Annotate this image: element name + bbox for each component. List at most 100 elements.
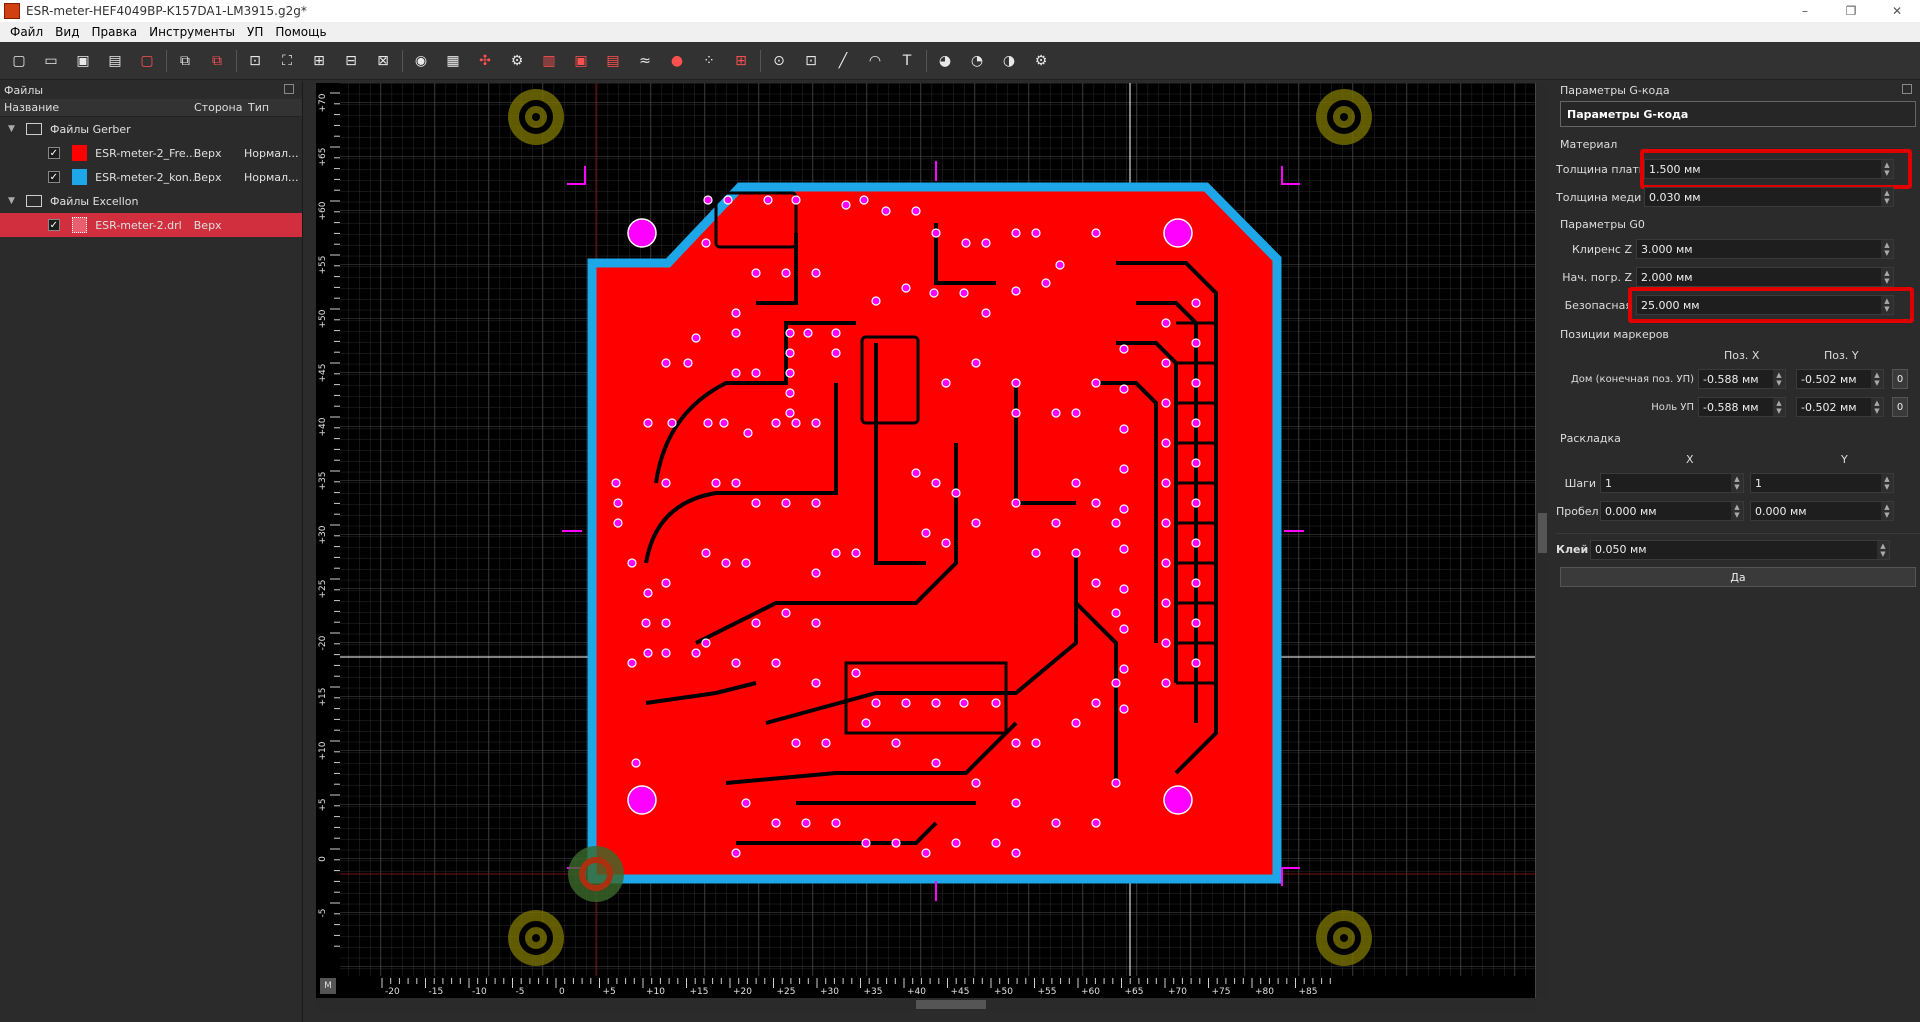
pcb-canvas[interactable]: +70 +65 +60 +55 +50 +45 +40 +35 +30 +25 -20 +15 +10 +… [316,83,1535,998]
save-icon[interactable]: ▣ [70,48,96,74]
rect-icon[interactable]: ⊡ [798,48,824,74]
zoom-in-icon[interactable]: ⊞ [306,48,332,74]
drill-hole [951,838,961,848]
spin-arrows-icon[interactable]: ▲ ▼ [1731,474,1743,492]
scroll-thumb[interactable] [916,1000,986,1009]
spin-arrows-icon[interactable]: ▲ ▼ [1773,398,1785,416]
drill-icon[interactable]: ⚙ [504,48,530,74]
spin-arrows-icon[interactable]: ▲ ▼ [1871,398,1883,416]
file-row[interactable]: ✓ ESR-meter-2_kon... Верх Нормал... [0,165,302,189]
plunge-z-input[interactable]: 2.000 мм ▲ ▼ [1636,267,1894,287]
thermal-icon[interactable]: ▥ [536,48,562,74]
settings-icon[interactable]: ▦ [440,48,466,74]
close-button[interactable]: ✕ [1874,0,1920,22]
shape1-icon[interactable]: ◕ [932,48,958,74]
zero-y-input[interactable]: -0.502 мм ▲ ▼ [1796,397,1884,417]
minimize-button[interactable]: – [1782,0,1828,22]
menu-file[interactable]: Файл [4,25,49,39]
steps-x-input[interactable]: 1 ▲ ▼ [1600,473,1744,493]
new-icon[interactable]: ▢ [6,48,32,74]
drill-hole [1119,624,1129,634]
shape3-icon[interactable]: ◑ [996,48,1022,74]
steps-y-input[interactable]: 1 ▲ ▼ [1750,473,1894,493]
open-icon[interactable]: ▭ [38,48,64,74]
ruler-mode-button[interactable]: M [320,978,336,994]
profile-icon[interactable]: ▤ [600,48,626,74]
menu-help[interactable]: Помощь [269,25,332,39]
pcb-view[interactable] [316,83,1535,998]
fit-icon[interactable]: ⛶ [274,48,300,74]
circle-target-icon[interactable]: ⁘ [696,48,722,74]
visibility-checkbox[interactable]: ✓ [48,147,60,159]
arc-icon[interactable]: ◠ [862,48,888,74]
layers-icon[interactable]: ⊠ [370,48,396,74]
spin-arrows-icon[interactable]: ▲ ▼ [1773,370,1785,388]
export-icon[interactable]: ⧉ [204,48,230,74]
copper-thickness-input[interactable]: 0.030 мм ▲ ▼ [1644,187,1894,207]
menu-edit[interactable]: Правка [85,25,143,39]
chevron-down-icon[interactable]: ▼ [8,196,20,206]
text-icon[interactable]: T [894,48,920,74]
file-row-selected[interactable]: ✓ ESR-meter-2.drl Верх [0,213,302,237]
chevron-down-icon[interactable]: ▼ [8,124,20,134]
layer-color-swatch[interactable] [71,217,88,233]
drill-hole [1011,228,1021,238]
menu-view[interactable]: Вид [49,25,85,39]
gap-x-input[interactable]: 0.000 мм ▲ ▼ [1600,501,1744,521]
visibility-checkbox[interactable]: ✓ [48,171,60,183]
float-icon[interactable] [1902,84,1912,94]
voronoi-icon[interactable]: ≈ [632,48,658,74]
line-icon[interactable]: ╱ [830,48,856,74]
menu-tools[interactable]: Инструменты [143,25,241,39]
gap-y-input[interactable]: 0.000 мм ▲ ▼ [1750,501,1894,521]
vertical-scrollbar[interactable] [1535,83,1548,998]
group-excellon[interactable]: ▼ Файлы Excellon [0,189,302,213]
glue-input[interactable]: 0.050 мм ▲ ▼ [1590,539,1890,560]
shape4-icon[interactable]: ⚙ [1028,48,1054,74]
spin-arrows-icon[interactable]: ▲ ▼ [1881,268,1893,286]
group-gerber[interactable]: ▼ Файлы Gerber [0,117,302,141]
spin-arrows-icon[interactable]: ▲ ▼ [1881,502,1893,520]
gcode-icon[interactable]: ◉ [408,48,434,74]
zero-reset-button[interactable]: 0 [1892,397,1908,417]
layer-color-swatch[interactable] [71,145,88,161]
home-reset-button[interactable]: 0 [1892,369,1908,389]
spin-arrows-icon[interactable]: ▲ ▼ [1871,370,1883,388]
close-file-icon[interactable]: ▢ [134,48,160,74]
drill-hole [1161,518,1171,528]
col-type[interactable]: Тип [244,101,269,114]
save-as-icon[interactable]: ▤ [102,48,128,74]
col-name[interactable]: Название [0,101,190,114]
file-row[interactable]: ✓ ESR-meter-2_Fre... Верх Нормал... [0,141,302,165]
menu-gcode[interactable]: УП [241,25,269,39]
files-columns: Название Сторона Тип [0,99,302,117]
float-icon[interactable] [284,84,294,94]
spin-arrows-icon[interactable]: ▲ ▼ [1881,474,1893,492]
shape2-icon[interactable]: ◔ [964,48,990,74]
spin-arrows-icon[interactable]: ▲ ▼ [1731,502,1743,520]
visibility-checkbox[interactable]: ✓ [48,219,60,231]
home-y-input[interactable]: -0.502 мм ▲ ▼ [1796,369,1884,389]
spin-arrows-icon[interactable]: ▲ ▼ [1877,540,1889,559]
marker-icon[interactable]: ✣ [472,48,498,74]
import-icon[interactable]: ⧉ [172,48,198,74]
hatching-icon[interactable]: ● [664,48,690,74]
horizontal-scrollbar[interactable] [316,998,1535,1011]
spin-arrows-icon[interactable]: ▲ ▼ [1881,240,1893,258]
spin-arrows-icon[interactable]: ▲ ▼ [1881,188,1893,206]
point-icon[interactable]: ⊙ [766,48,792,74]
col-side[interactable]: Сторона [190,101,244,114]
maximize-button[interactable]: ❐ [1828,0,1874,22]
zero-x-input[interactable]: -0.588 мм ▲ ▼ [1698,397,1786,417]
scroll-thumb[interactable] [1538,513,1547,553]
layer-color-swatch[interactable] [71,169,88,185]
ok-button[interactable]: Да [1560,567,1916,587]
home-x-input[interactable]: -0.588 мм ▲ ▼ [1698,369,1786,389]
center-icon[interactable]: ⊞ [728,48,754,74]
clearance-z-input[interactable]: 3.000 мм ▲ ▼ [1636,239,1894,259]
select-all-icon[interactable]: ⊡ [242,48,268,74]
pocket-icon[interactable]: ▣ [568,48,594,74]
drill-hole [661,358,671,368]
zoom-out-icon[interactable]: ⊟ [338,48,364,74]
drill-hole [641,618,651,628]
